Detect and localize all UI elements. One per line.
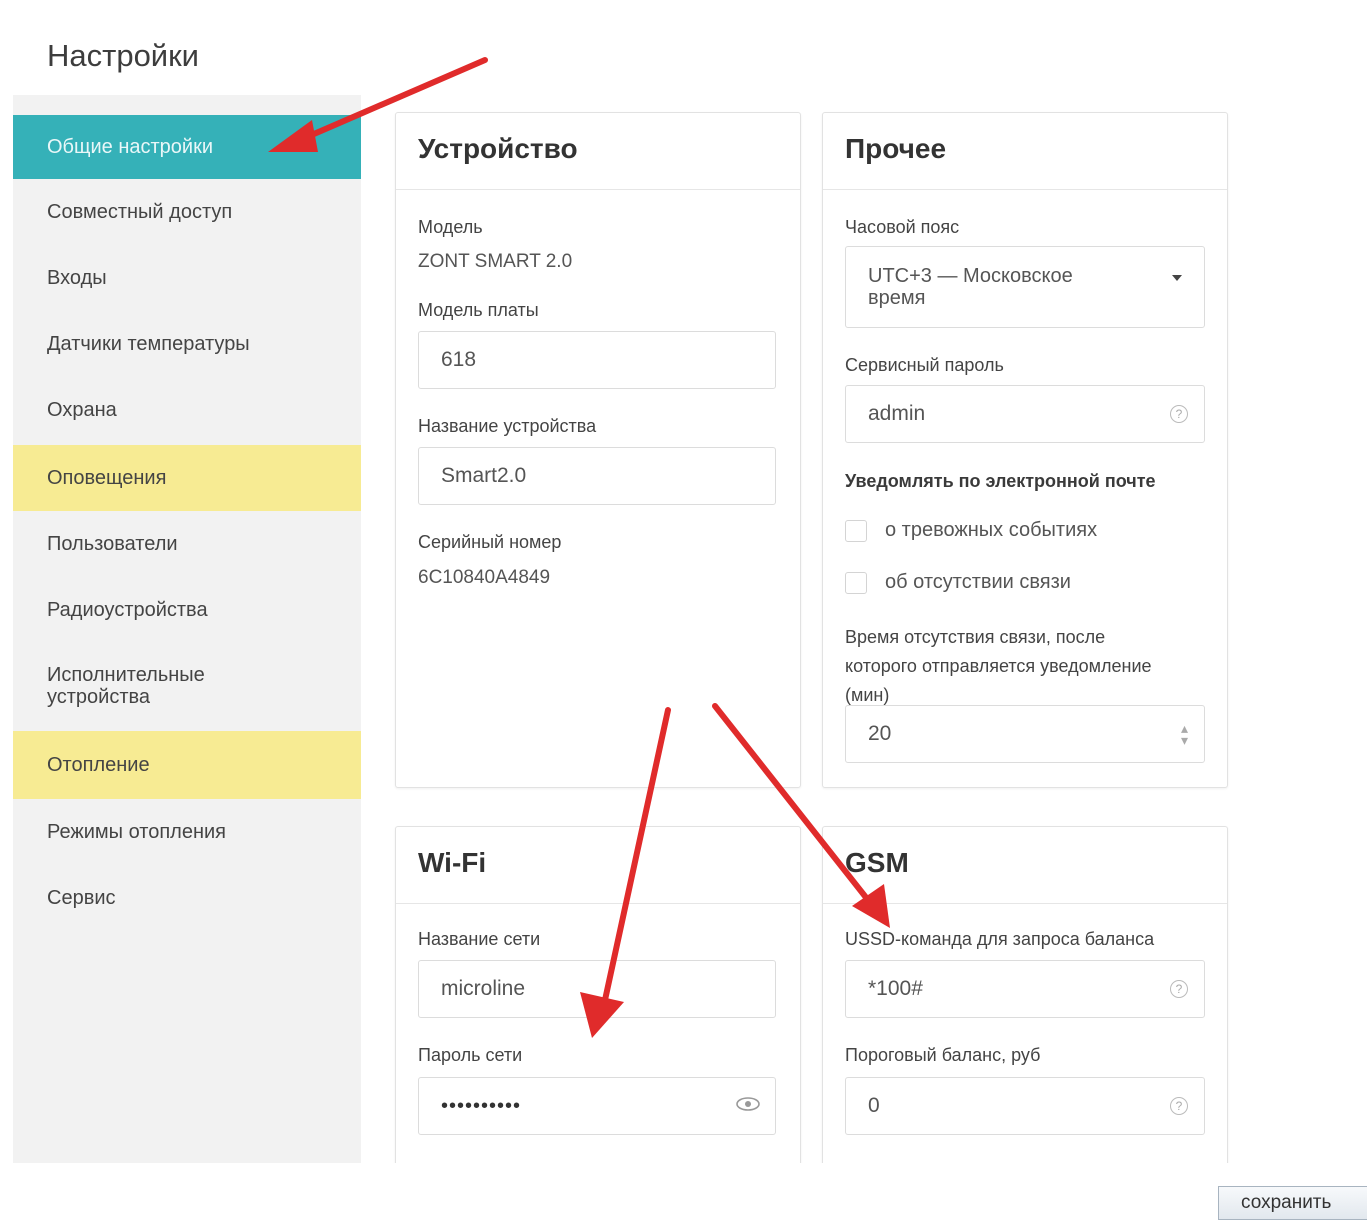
wifi-card-title: Wi-Fi [418,847,487,878]
bottom-mask [370,1163,1250,1215]
sidebar-item-service[interactable]: Сервис [13,865,361,931]
sidebar-item-radio-devices[interactable]: Радиоустройства [13,577,361,643]
sidebar-item-general-settings[interactable]: Общие настройки [13,115,361,179]
gsm-card-header: GSM [823,827,1227,904]
wifi-card-header: Wi-Fi [396,827,800,904]
wifi-card: Wi-Fi Название сети microline Пароль сет… [395,826,801,1187]
device-card-title: Устройство [418,133,578,164]
model-value: ZONT SMART 2.0 [418,251,573,272]
page-title: Настройки [47,38,200,73]
alarm-events-label: о тревожных событиях [885,519,1098,541]
wifi-password-label: Пароль сети [418,1045,523,1065]
other-card: Прочее Часовой пояс UTC+3 — Московское в… [822,112,1228,788]
timezone-label: Часовой пояс [845,217,960,237]
sidebar: Общие настройки Совместный доступ Входы … [13,95,361,1163]
sidebar-item-inputs[interactable]: Входы [13,245,361,311]
spinner-icon[interactable]: ▴ ▾ [1181,721,1188,747]
help-circle-icon[interactable]: ? [1170,980,1188,998]
no-connection-time-value: 20 [868,722,892,745]
no-connection-label: об отсутствии связи [885,571,1071,593]
ussd-value: *100# [868,977,923,1000]
sidebar-item-users[interactable]: Пользователи [13,511,361,577]
threshold-balance-value: 0 [868,1094,880,1117]
device-name-input[interactable]: Smart2.0 [418,447,776,505]
no-connection-time-label: Время отсутствия связи, после которого о… [845,627,1152,705]
no-connection-row[interactable]: об отсутствии связи [845,571,1071,594]
serial-number-label: Серийный номер [418,532,562,552]
sidebar-item-heating[interactable]: Отопление [13,731,361,799]
threshold-balance-label: Пороговый баланс, руб [845,1045,1041,1065]
device-card: Устройство Модель ZONT SMART 2.0 Модель … [395,112,801,788]
help-circle-icon[interactable]: ? [1170,1097,1188,1115]
device-name-label: Название устройства [418,416,597,436]
service-password-value: admin [868,402,926,425]
ssid-input[interactable]: microline [418,960,776,1018]
alarm-events-row[interactable]: о тревожных событиях [845,519,1097,542]
help-circle-icon[interactable]: ? [1170,405,1188,423]
eye-icon[interactable] [735,1094,761,1118]
ussd-label: USSD-команда для запроса баланса [845,929,1155,949]
device-card-header: Устройство [396,113,800,190]
no-connection-time-input[interactable]: 20 ▴ ▾ [845,705,1205,763]
service-password-input[interactable]: admin ? [845,385,1205,443]
no-connection-checkbox[interactable] [845,571,867,594]
threshold-balance-input[interactable]: 0 ? [845,1077,1205,1135]
ussd-input[interactable]: *100# ? [845,960,1205,1018]
timezone-value: UTC+3 — Московское время [868,265,1073,309]
gsm-card-title: GSM [845,847,909,878]
ssid-label: Название сети [418,929,541,949]
ssid-value: microline [441,977,526,1000]
model-label: Модель [418,217,483,237]
sidebar-item-heating-modes[interactable]: Режимы отопления [13,799,361,865]
board-model-label: Модель платы [418,300,539,320]
board-model-input[interactable]: 618 [418,331,776,389]
alarm-events-checkbox[interactable] [845,519,867,542]
sidebar-item-temperature-sensors[interactable]: Датчики температуры [13,311,361,377]
other-card-title: Прочее [845,133,947,164]
sidebar-item-security[interactable]: Охрана [13,377,361,443]
caret-down-icon [1172,275,1182,281]
email-notify-label: Уведомлять по электронной почте [845,471,1156,491]
wifi-password-input[interactable]: •••••••••• [418,1077,776,1135]
sidebar-item-actuators[interactable]: Исполнительные устройства [13,643,253,729]
other-card-header: Прочее [823,113,1227,190]
service-password-label: Сервисный пароль [845,355,1004,375]
gsm-card: GSM USSD-команда для запроса баланса *10… [822,826,1228,1187]
board-model-value: 618 [441,348,477,371]
wifi-password-value: •••••••••• [441,1094,522,1117]
sidebar-item-shared-access[interactable]: Совместный доступ [13,179,361,245]
device-name-value: Smart2.0 [441,464,527,487]
timezone-select[interactable]: UTC+3 — Московское время [845,246,1205,328]
serial-number-value: 6C10840A4849 [418,567,551,588]
sidebar-item-notifications[interactable]: Оповещения [13,445,361,511]
